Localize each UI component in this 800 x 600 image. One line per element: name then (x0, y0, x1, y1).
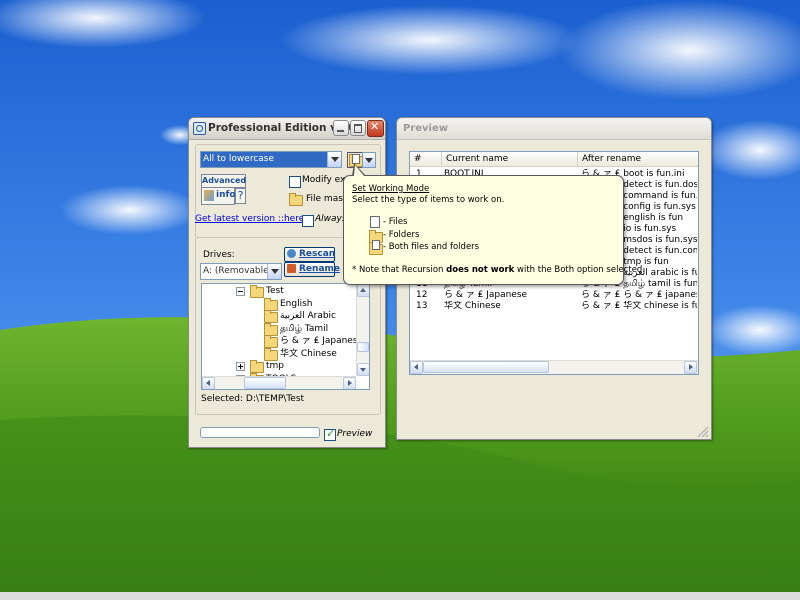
tree-item-label: 华文 Chinese (280, 348, 337, 359)
tree-item-label: ら & ァ ₤ Japanese (280, 336, 364, 346)
scroll-thumb[interactable] (244, 377, 286, 389)
folder-tree[interactable]: Test English العربية Arabic தமிழ் Tamil ら & … (201, 283, 370, 390)
scroll-left-button[interactable] (410, 361, 423, 374)
scroll-thumb[interactable] (357, 342, 369, 352)
drives-label: Drives: (203, 250, 235, 260)
selected-label: Selected: (201, 394, 244, 404)
tree-item[interactable]: தமிழ் Tamil (202, 322, 356, 336)
row-current-name: ら & ァ ₤ Japanese (444, 290, 528, 300)
scroll-left-button[interactable] (202, 377, 215, 389)
collapse-icon[interactable] (236, 287, 245, 296)
rescan-button[interactable]: Rescan (284, 247, 335, 262)
info-icon (204, 190, 214, 201)
working-mode-tooltip: Set Working Mode Select the type of item… (343, 175, 645, 285)
preview-checkbox[interactable] (324, 427, 336, 441)
tree-item[interactable]: 华文 Chinese (202, 347, 356, 361)
scroll-down-button[interactable] (357, 363, 369, 376)
tooltip-note: * Note that Recursion does not work with… (352, 265, 645, 275)
column-header-current-name[interactable]: Current name (442, 152, 578, 166)
tree-vertical-scrollbar[interactable] (356, 284, 369, 376)
chevron-down-icon[interactable] (327, 152, 341, 167)
drive-select[interactable]: A: (Removable (200, 263, 282, 280)
help-button[interactable]: ? (235, 188, 246, 204)
list-horizontal-scrollbar[interactable] (410, 360, 698, 374)
preview-window-title: Preview (403, 123, 449, 134)
minimize-button[interactable] (333, 120, 349, 136)
tree-horizontal-scrollbar[interactable] (202, 376, 356, 389)
info-button-label: info (216, 190, 236, 200)
tooltip-pointer-inner (354, 165, 364, 176)
tree-item[interactable]: العربية Arabic (202, 310, 356, 323)
row-number: 12 (416, 290, 428, 300)
folder-icon (250, 285, 264, 298)
tooltip-option-files: - Files (383, 217, 408, 227)
tooltip-title: Set Working Mode (352, 184, 430, 194)
preview-title-bar[interactable]: Preview (397, 118, 711, 140)
folder-icon (264, 335, 278, 348)
scroll-right-button[interactable] (684, 361, 697, 374)
main-title-bar[interactable]: Professional Edition v4.0 (189, 118, 385, 140)
case-mode-select[interactable]: All to lowercase (200, 151, 342, 168)
advanced-button[interactable]: Advanced (201, 174, 246, 188)
tree-item-label: العربية Arabic (280, 311, 337, 321)
tooltip-option-folders: - Folders (383, 230, 420, 240)
chevron-down-icon[interactable] (267, 264, 281, 279)
tree-item[interactable]: ら & ァ ₤ Japanese (202, 335, 363, 348)
folder-icon (264, 310, 278, 323)
folder-icon (264, 297, 278, 311)
modify-ext-checkbox[interactable] (289, 176, 301, 188)
tree-item-label: tmp (266, 361, 285, 371)
scroll-up-button[interactable] (357, 284, 369, 297)
rename-button[interactable]: Rename (284, 262, 340, 277)
latest-version-link[interactable]: Get latest version ::here:: (195, 214, 310, 224)
tree-item[interactable]: tmp (202, 360, 356, 373)
row-current-name: 华文 Chinese (444, 301, 501, 311)
tree-item-label: English (280, 298, 313, 309)
selected-path-line: Selected: D:\TEMP\Test (201, 394, 304, 404)
rename-label: Rename (299, 264, 340, 274)
list-row[interactable]: 12 ら & ァ ₤ Japanese ら & ァ ₤ ら & ァ ₤ japane… (410, 290, 698, 301)
tree-item[interactable]: English (202, 297, 356, 311)
folder-icon[interactable] (289, 193, 303, 206)
list-row[interactable]: 13 华文 Chinese ら & ァ ₤ 华文 chinese is fun (410, 301, 698, 312)
refresh-icon (287, 249, 296, 258)
row-after-rename: ら & ァ ₤ 华文 chinese is fun (581, 301, 697, 311)
row-after-rename: ら & ァ ₤ ら & ァ ₤ japanese is fun (581, 290, 697, 300)
tooltip-note-prefix: * Note that Recursion (352, 265, 447, 275)
list-header: # Current name After rename (410, 152, 698, 167)
resize-grip-icon[interactable] (697, 426, 709, 438)
folder-icon (250, 360, 264, 373)
case-mode-value: All to lowercase (201, 152, 327, 167)
progress-bar (200, 427, 320, 438)
folder-icon (264, 347, 278, 361)
file-icon (370, 216, 380, 228)
tree-item-label: Test (266, 286, 284, 296)
expand-icon[interactable] (236, 362, 245, 371)
tree-item[interactable]: Test (202, 285, 356, 298)
tooltip-note-bold: does not work (446, 265, 515, 275)
column-header-number[interactable]: # (410, 152, 442, 166)
info-button[interactable]: info (201, 187, 236, 205)
folder-icon (264, 322, 278, 336)
tooltip-subtitle: Select the type of items to work on. (352, 195, 505, 205)
rescan-label: Rescan (299, 249, 336, 259)
tooltip-note-suffix: with the Both option selected. (514, 265, 646, 275)
close-button[interactable] (367, 120, 384, 137)
rename-icon (287, 264, 296, 273)
maximize-button[interactable] (350, 120, 366, 136)
scroll-thumb[interactable] (423, 361, 549, 373)
always-checkbox[interactable] (302, 215, 314, 227)
drive-select-value: A: (Removable (203, 266, 267, 276)
file-icon (372, 240, 380, 250)
tree-item-label: தமிழ் Tamil (280, 323, 329, 334)
always-label: Always (315, 214, 347, 224)
column-header-after-rename[interactable]: After rename (578, 152, 698, 166)
selected-path: D:\TEMP\Test (245, 394, 305, 404)
preview-label: Preview (337, 429, 373, 439)
app-icon (193, 122, 206, 135)
row-number: 13 (416, 301, 428, 311)
tooltip-option-both: - Both files and folders (383, 242, 480, 252)
scroll-right-button[interactable] (343, 377, 356, 389)
